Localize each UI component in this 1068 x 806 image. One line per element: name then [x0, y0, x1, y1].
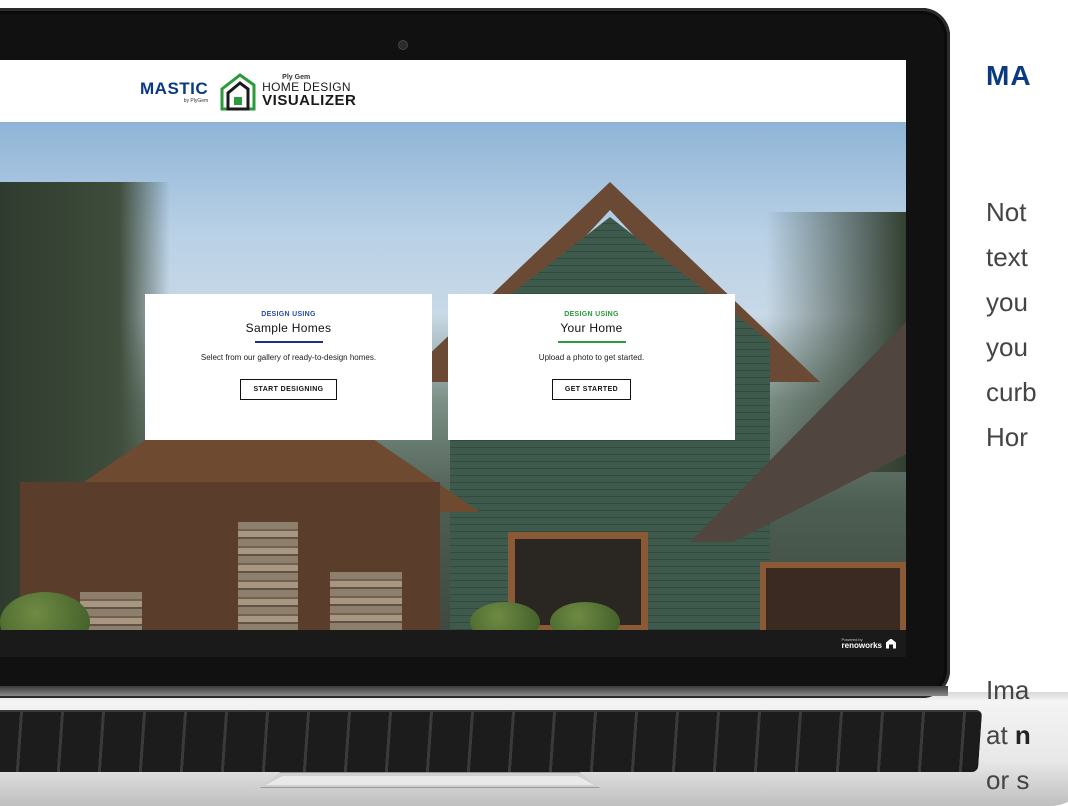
- trackpad-highlight: [266, 776, 594, 785]
- card-description: Upload a photo to get started.: [538, 353, 645, 362]
- mastic-logo[interactable]: MASTIC by PlyGem: [140, 79, 208, 104]
- stone-column: [330, 572, 402, 630]
- side-line: Hor: [986, 422, 1028, 452]
- renoworks-logo[interactable]: Powered by renoworks: [841, 637, 896, 650]
- visualizer-text: VISUALIZER: [262, 92, 357, 109]
- stone-column: [238, 522, 298, 630]
- sample-homes-card[interactable]: DESIGN USING Sample Homes Select from ou…: [145, 294, 432, 440]
- house-logo-icon: [220, 73, 256, 111]
- laptop-hinge: [0, 686, 948, 696]
- side-paragraph-2: Ima at n or s: [986, 668, 1031, 803]
- card-underline: [254, 341, 323, 343]
- side-line: at n: [986, 713, 1031, 758]
- side-line-prefix: at: [986, 720, 1015, 750]
- app-header: MASTIC by PlyGem Ply Gem HOME DESIGN VIS…: [0, 60, 906, 122]
- mastic-wordmark: MASTIC: [140, 78, 209, 98]
- mastic-by-plygem: by PlyGem: [183, 97, 209, 104]
- card-eyebrow: DESIGN USING: [564, 311, 619, 318]
- laptop-keyboard: [0, 710, 983, 772]
- side-line: or s: [986, 765, 1030, 795]
- side-line: you: [986, 332, 1028, 362]
- hero-house-image: DESIGN USING Sample Homes Select from ou…: [0, 122, 906, 630]
- card-title: Sample Homes: [245, 321, 332, 335]
- laptop-lid: MASTIC by PlyGem Ply Gem HOME DESIGN VIS…: [0, 8, 950, 698]
- renoworks-house-icon: [886, 638, 896, 649]
- webcam-icon: [398, 40, 408, 50]
- home-design-visualizer-logo[interactable]: Ply Gem HOME DESIGN VISUALIZER: [218, 71, 356, 111]
- start-designing-button[interactable]: START DESIGNING: [240, 379, 337, 400]
- your-home-card[interactable]: DESIGN USING Your Home Upload a photo to…: [448, 294, 735, 440]
- garage-door: [760, 562, 906, 630]
- side-heading: MA: [986, 60, 1032, 91]
- side-line: Ima: [986, 675, 1030, 705]
- side-line: text: [986, 242, 1028, 272]
- card-eyebrow: DESIGN USING: [261, 311, 316, 318]
- side-line: you: [986, 287, 1028, 317]
- side-line: Not: [986, 197, 1027, 227]
- side-paragraph: Not text you you curb Hor: [986, 190, 1037, 460]
- renoworks-wordmark: renoworks: [841, 640, 882, 650]
- side-line-bold: n: [1014, 720, 1031, 750]
- card-title: Your Home: [560, 321, 623, 335]
- card-description: Select from our gallery of ready-to-desi…: [200, 353, 377, 362]
- laptop-screen: MASTIC by PlyGem Ply Gem HOME DESIGN VIS…: [0, 60, 906, 657]
- stage: MASTIC by PlyGem Ply Gem HOME DESIGN VIS…: [0, 0, 1068, 806]
- app-footer: Powered by renoworks: [0, 630, 906, 657]
- side-line: curb: [986, 377, 1037, 407]
- get-started-button[interactable]: GET STARTED: [551, 379, 632, 400]
- card-underline: [557, 341, 626, 343]
